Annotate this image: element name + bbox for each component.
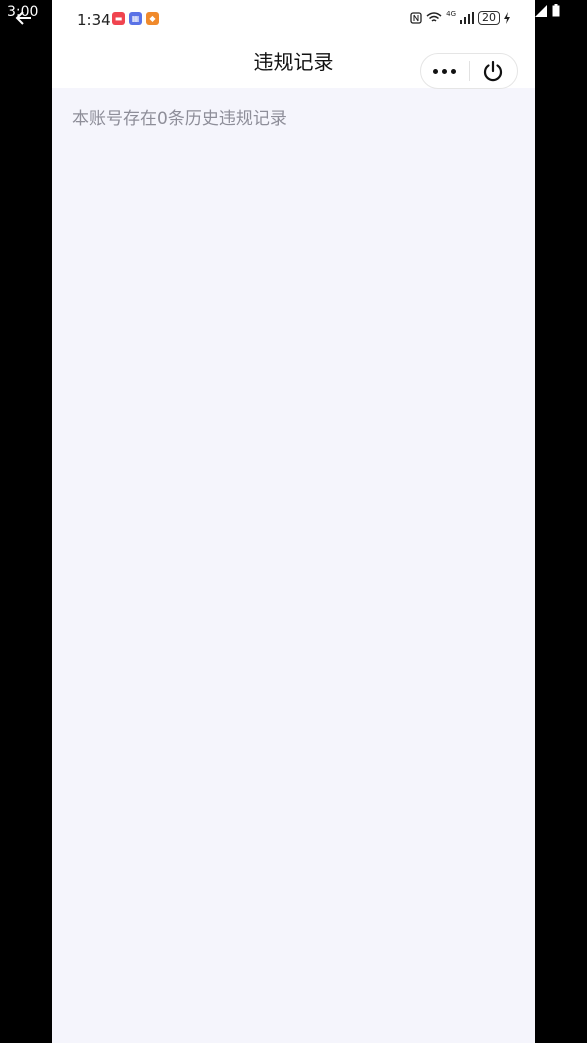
app-notification-icon: ▦ <box>129 12 142 25</box>
phone-screen: 1:34 ▬ ▦ ◆ 4G 20 违规记录 本账号存在0条历史违规记录 <box>52 0 535 1043</box>
status-bar: 1:34 ▬ ▦ ◆ 4G 20 <box>52 0 535 40</box>
close-button[interactable] <box>469 54 517 88</box>
signal-icon <box>460 12 474 24</box>
app-notification-icon: ▬ <box>112 12 125 25</box>
back-arrow-icon[interactable] <box>14 8 34 28</box>
nfc-icon <box>410 12 422 24</box>
network-type-label: 4G <box>446 10 456 18</box>
battery-icon <box>552 4 560 17</box>
more-dots-icon <box>442 68 448 74</box>
violation-count-note: 本账号存在0条历史违规记录 <box>72 109 287 129</box>
more-dots-icon <box>433 68 439 74</box>
more-button[interactable] <box>421 54 469 88</box>
wifi-icon <box>426 12 442 22</box>
signal-triangle-icon <box>535 5 547 17</box>
more-dots-icon <box>451 68 457 74</box>
navigation-bar: 违规记录 <box>52 40 535 89</box>
mini-program-capsule <box>420 53 518 89</box>
status-indicators: 4G 20 <box>410 11 510 25</box>
power-icon <box>484 60 503 82</box>
status-time: 1:34 <box>77 11 111 29</box>
app-notification-icon: ◆ <box>146 12 159 25</box>
charging-icon <box>504 12 510 24</box>
notification-icons: ▬ ▦ ◆ <box>112 12 159 25</box>
battery-indicator: 20 <box>478 11 500 25</box>
